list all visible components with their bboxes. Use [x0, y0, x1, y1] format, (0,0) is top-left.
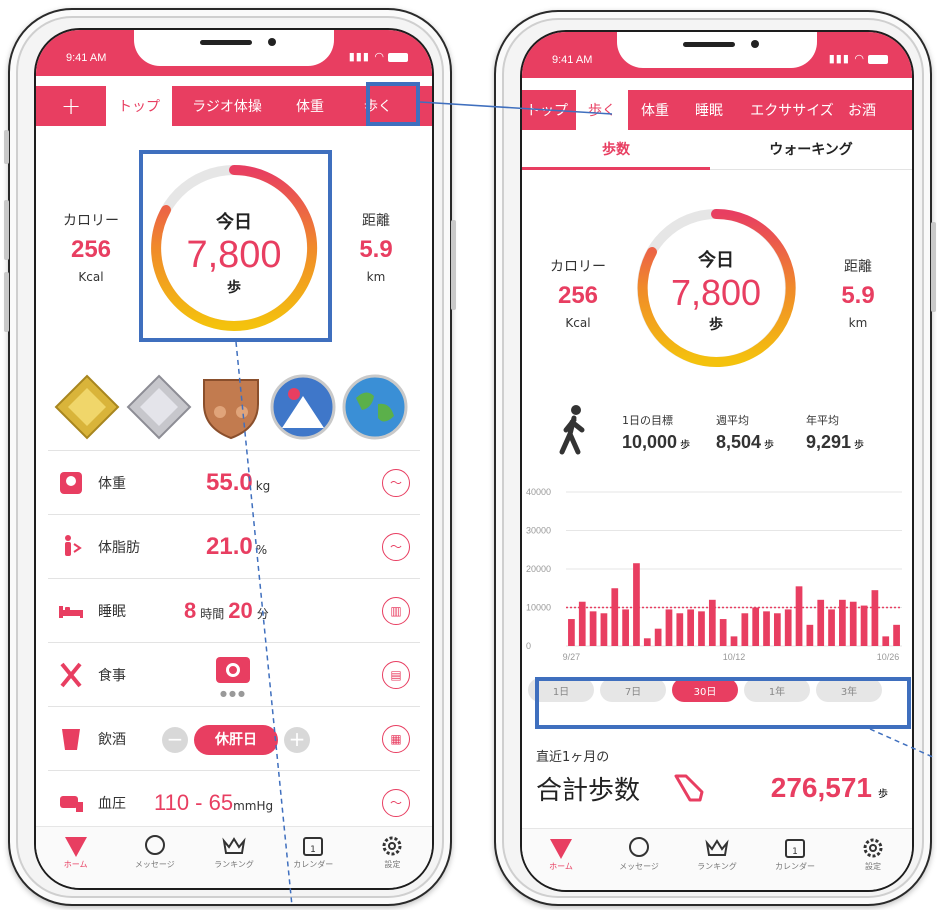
- stage: 9:41 AM ▮▮▮ ◠ + トップ ラジオ体操 体重 歩く カロリー 256…: [0, 0, 937, 910]
- annotation-lines: [235, 101, 936, 907]
